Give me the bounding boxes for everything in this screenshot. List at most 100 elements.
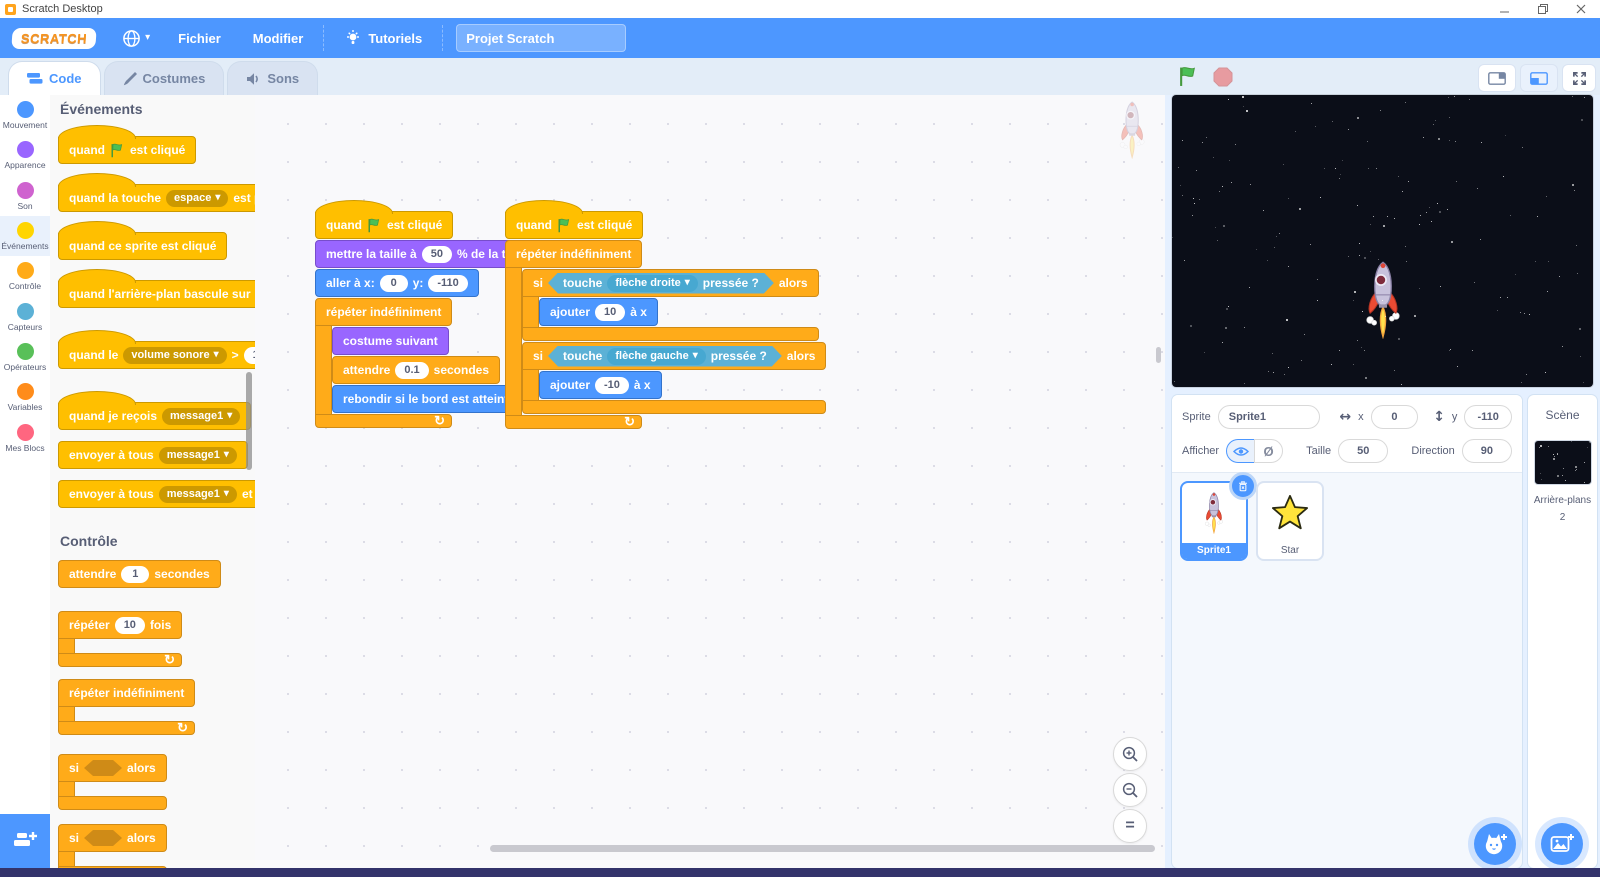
stack-block[interactable]: attendre1secondes [58, 560, 221, 588]
hat-block[interactable]: quand ce sprite est cliqué [58, 232, 227, 260]
add-sprite-button[interactable] [1474, 823, 1516, 865]
dropdown-field[interactable]: message1▾ [159, 447, 237, 464]
value-input[interactable]: 1 [121, 566, 149, 583]
c-block[interactable]: répéter indéfinimentcostume suivantatten… [315, 298, 519, 428]
script-stack[interactable]: quandest cliquérépéter indéfinimentsitou… [505, 198, 826, 429]
hat-block[interactable]: quandest cliqué [505, 211, 643, 239]
zoom-reset-button[interactable]: = [1113, 809, 1147, 843]
stack-block[interactable]: rebondir si le bord est atteint [332, 385, 519, 413]
stack-block[interactable]: ajouter10à x [539, 298, 658, 326]
palette-block[interactable]: quand levolume sonore▾>10 [58, 328, 255, 369]
hat-block[interactable]: quand l'arrière-plan bascule surarrière … [58, 280, 256, 308]
scene-pane[interactable]: Scène Arrière-plans 2 [1528, 395, 1597, 868]
rocket-sprite[interactable] [1362, 261, 1403, 344]
value-input[interactable]: 0.1 [395, 362, 428, 379]
c-block[interactable]: sialors [58, 824, 255, 868]
c-block-header[interactable]: sitoucheflèche gauche▾pressée ?alors [522, 342, 826, 370]
hide-sprite-button[interactable]: Ø [1254, 439, 1283, 463]
c-block[interactable]: sitoucheflèche droite▾pressée ?alorsajou… [522, 269, 819, 341]
restore-button[interactable] [1524, 0, 1562, 18]
close-button[interactable] [1562, 0, 1600, 18]
hat-block[interactable]: quand la toucheespace▾est pressée [58, 184, 256, 212]
c-block-footer[interactable] [58, 796, 167, 810]
stop-button[interactable] [1213, 67, 1233, 92]
sidebar-category-contrôle[interactable]: Contrôle [0, 256, 50, 296]
sidebar-category-variables[interactable]: Variables [0, 377, 50, 417]
c-block-header[interactable]: sialors [58, 824, 167, 852]
delete-sprite-button[interactable] [1229, 472, 1257, 500]
boolean-slot[interactable] [84, 830, 122, 846]
palette-block[interactable]: sialors [58, 754, 255, 810]
horizontal-scrollbar[interactable] [490, 845, 1155, 852]
hat-block[interactable]: quandest cliqué [58, 136, 196, 164]
minimize-button[interactable] [1486, 0, 1524, 18]
scratch-logo[interactable]: SCRATCH [11, 28, 97, 49]
add-extension-button[interactable] [0, 814, 50, 868]
stack-block[interactable]: envoyer à tousmessage1▾et attendre [58, 480, 256, 508]
stack-block[interactable]: costume suivant [332, 327, 449, 355]
dropdown-field[interactable]: message1▾ [159, 486, 237, 503]
palette-block[interactable]: sialors [58, 824, 255, 868]
y-position-input[interactable]: -110 [1464, 405, 1512, 429]
zoom-out-button[interactable] [1113, 773, 1147, 807]
menu-edit[interactable]: Modifier [237, 18, 320, 58]
stack-block[interactable]: aller à x:0y:-110 [315, 269, 479, 297]
sprite-card-sprite1[interactable]: Sprite1 [1180, 481, 1248, 561]
add-backdrop-button[interactable] [1541, 823, 1583, 865]
menu-file[interactable]: Fichier [162, 18, 237, 58]
palette-block[interactable]: quandest cliqué [58, 123, 255, 164]
c-block-header[interactable]: sialors [58, 754, 167, 782]
language-selector[interactable]: ▾ [110, 29, 162, 48]
x-position-input[interactable]: 0 [1371, 405, 1419, 429]
value-input[interactable]: -10 [595, 377, 629, 394]
palette-block[interactable]: envoyer à tousmessage1▾et attendre [58, 480, 255, 508]
stage[interactable] [1172, 95, 1593, 387]
c-block-header[interactable]: répéter indéfiniment [315, 298, 452, 326]
value-input[interactable]: -110 [428, 275, 467, 292]
c-block[interactable]: sialors [58, 754, 255, 810]
palette-block[interactable]: répéter10fois ↻ [58, 611, 255, 667]
c-block-footer[interactable]: ↻ [505, 415, 642, 429]
c-block[interactable]: répéter indéfinimentsitoucheflèche droit… [505, 240, 826, 429]
c-block[interactable]: répéter indéfiniment↻ [58, 679, 255, 735]
script-area[interactable]: = quandest cliquémettre la taille à50% d… [255, 95, 1165, 868]
hat-block[interactable]: quand je reçoismessage1▾ [58, 402, 251, 430]
c-block-footer[interactable]: ↻ [58, 653, 182, 667]
sidebar-category-mouvement[interactable]: Mouvement [0, 95, 50, 135]
show-sprite-button[interactable] [1226, 439, 1254, 463]
fullscreen-button[interactable] [1562, 64, 1596, 92]
sidebar-category-opérateurs[interactable]: Opérateurs [0, 337, 50, 377]
boolean-slot[interactable] [84, 760, 122, 776]
boolean-block[interactable]: toucheflèche droite▾pressée ? [548, 273, 774, 294]
stack-block[interactable]: ajouter-10à x [539, 371, 662, 399]
hat-block[interactable]: quand levolume sonore▾>10 [58, 341, 256, 369]
tab-sounds[interactable]: Sons [227, 61, 318, 95]
palette-block[interactable]: envoyer à tousmessage1▾ [58, 441, 255, 469]
vertical-scrollbar[interactable] [1156, 347, 1161, 363]
direction-input[interactable]: 90 [1462, 439, 1512, 463]
palette-block[interactable]: quand ce sprite est cliqué [58, 219, 255, 260]
dropdown-field[interactable]: espace▾ [166, 190, 228, 207]
tab-costumes[interactable]: Costumes [104, 61, 225, 95]
sidebar-category-capteurs[interactable]: Capteurs [0, 297, 50, 337]
dropdown-field[interactable]: volume sonore▾ [123, 347, 226, 364]
backdrop-thumbnail[interactable] [1534, 440, 1592, 485]
c-block[interactable]: répéter10fois ↻ [58, 611, 255, 667]
hat-block[interactable]: quandest cliqué [315, 211, 453, 239]
c-block-header[interactable]: répéter10fois [58, 611, 182, 639]
dropdown-field[interactable]: flèche droite▾ [607, 275, 697, 292]
sidebar-category-apparence[interactable]: Apparence [0, 135, 50, 175]
green-flag-button[interactable] [1178, 66, 1199, 92]
project-name-input[interactable]: Projet Scratch [456, 24, 626, 52]
c-block-header[interactable]: sitoucheflèche droite▾pressée ?alors [522, 269, 819, 297]
c-block-footer[interactable]: ↻ [315, 414, 452, 428]
tab-code[interactable]: Code [8, 61, 101, 95]
palette-block[interactable]: quand la toucheespace▾est pressée [58, 171, 255, 212]
value-input[interactable]: 0 [380, 275, 408, 292]
value-input[interactable]: 10 [595, 304, 625, 321]
boolean-block[interactable]: toucheflèche gauche▾pressée ? [548, 346, 782, 367]
dropdown-field[interactable]: message1▾ [162, 408, 240, 425]
sprite-card-star[interactable]: Star [1256, 481, 1324, 561]
palette-block[interactable]: attendre1secondes [58, 560, 255, 588]
c-block-footer[interactable] [522, 327, 819, 341]
